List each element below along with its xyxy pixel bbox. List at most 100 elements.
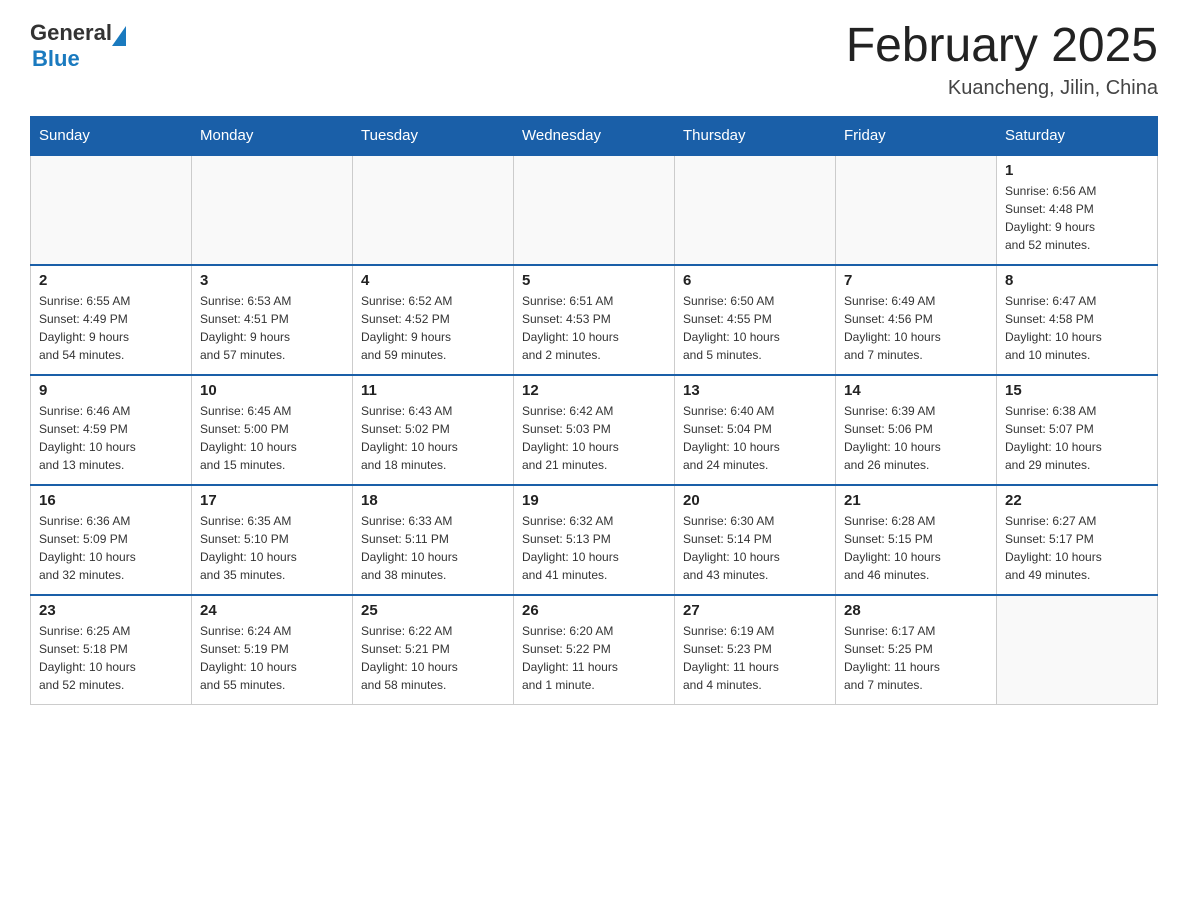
title-block: February 2025 Kuancheng, Jilin, China [846,20,1158,100]
day-info: Sunrise: 6:52 AM Sunset: 4:52 PM Dayligh… [361,292,505,364]
day-number: 21 [844,492,988,509]
calendar-cell: 23 Sunrise: 6:25 AM Sunset: 5:18 PM Dayli… [31,595,192,705]
day-number: 24 [200,602,344,619]
day-number: 10 [200,382,344,399]
day-number: 17 [200,492,344,509]
day-number: 11 [361,382,505,399]
column-header-saturday: Saturday [997,116,1158,155]
day-info: Sunrise: 6:45 AM Sunset: 5:00 PM Dayligh… [200,402,344,474]
calendar-title: February 2025 [846,20,1158,73]
day-info: Sunrise: 6:49 AM Sunset: 4:56 PM Dayligh… [844,292,988,364]
week-row-3: 9 Sunrise: 6:46 AM Sunset: 4:59 PM Daylig… [31,375,1158,485]
day-info: Sunrise: 6:25 AM Sunset: 5:18 PM Dayligh… [39,622,183,694]
day-info: Sunrise: 6:22 AM Sunset: 5:21 PM Dayligh… [361,622,505,694]
calendar-cell [192,155,353,265]
day-number: 16 [39,492,183,509]
day-number: 23 [39,602,183,619]
calendar-cell: 8 Sunrise: 6:47 AM Sunset: 4:58 PM Daylig… [997,265,1158,375]
week-row-2: 2 Sunrise: 6:55 AM Sunset: 4:49 PM Daylig… [31,265,1158,375]
calendar-cell [675,155,836,265]
day-number: 26 [522,602,666,619]
column-header-monday: Monday [192,116,353,155]
calendar-cell: 21 Sunrise: 6:28 AM Sunset: 5:15 PM Dayli… [836,485,997,595]
day-number: 6 [683,272,827,289]
day-info: Sunrise: 6:46 AM Sunset: 4:59 PM Dayligh… [39,402,183,474]
calendar-cell: 13Sunrise: 6:40 AM Sunset: 5:04 PM Dayli… [675,375,836,485]
day-info: Sunrise: 6:40 AM Sunset: 5:04 PM Dayligh… [683,402,827,474]
logo: General Blue [30,20,126,72]
day-number: 22 [1005,492,1149,509]
day-info: Sunrise: 6:20 AM Sunset: 5:22 PM Dayligh… [522,622,666,694]
day-number: 3 [200,272,344,289]
day-number: 18 [361,492,505,509]
day-number: 8 [1005,272,1149,289]
calendar-cell: 3 Sunrise: 6:53 AM Sunset: 4:51 PM Daylig… [192,265,353,375]
calendar-cell: 1Sunrise: 6:56 AM Sunset: 4:48 PM Daylig… [997,155,1158,265]
day-number: 4 [361,272,505,289]
day-number: 7 [844,272,988,289]
day-number: 9 [39,382,183,399]
day-number: 15 [1005,382,1149,399]
calendar-cell: 28Sunrise: 6:17 AM Sunset: 5:25 PM Dayli… [836,595,997,705]
calendar-cell [836,155,997,265]
logo-text-general: General [30,20,112,46]
week-row-5: 23 Sunrise: 6:25 AM Sunset: 5:18 PM Dayli… [31,595,1158,705]
calendar-header-row: SundayMondayTuesdayWednesdayThursdayFrid… [31,116,1158,155]
day-info: Sunrise: 6:33 AM Sunset: 5:11 PM Dayligh… [361,512,505,584]
day-info: Sunrise: 6:19 AM Sunset: 5:23 PM Dayligh… [683,622,827,694]
page-header: General Blue February 2025 Kuancheng, Ji… [30,20,1158,100]
calendar-cell: 15Sunrise: 6:38 AM Sunset: 5:07 PM Dayli… [997,375,1158,485]
calendar-table: SundayMondayTuesdayWednesdayThursdayFrid… [30,116,1158,706]
calendar-cell: 18 Sunrise: 6:33 AM Sunset: 5:11 PM Dayli… [353,485,514,595]
calendar-cell [31,155,192,265]
calendar-cell: 7 Sunrise: 6:49 AM Sunset: 4:56 PM Daylig… [836,265,997,375]
logo-arrow-icon [112,26,126,46]
day-info: Sunrise: 6:32 AM Sunset: 5:13 PM Dayligh… [522,512,666,584]
day-info: Sunrise: 6:35 AM Sunset: 5:10 PM Dayligh… [200,512,344,584]
column-header-sunday: Sunday [31,116,192,155]
day-info: Sunrise: 6:47 AM Sunset: 4:58 PM Dayligh… [1005,292,1149,364]
calendar-cell: 22 Sunrise: 6:27 AM Sunset: 5:17 PM Dayli… [997,485,1158,595]
calendar-cell: 27 Sunrise: 6:19 AM Sunset: 5:23 PM Dayli… [675,595,836,705]
day-info: Sunrise: 6:30 AM Sunset: 5:14 PM Dayligh… [683,512,827,584]
day-number: 2 [39,272,183,289]
calendar-cell: 26 Sunrise: 6:20 AM Sunset: 5:22 PM Dayli… [514,595,675,705]
day-info: Sunrise: 6:42 AM Sunset: 5:03 PM Dayligh… [522,402,666,474]
day-info: Sunrise: 6:53 AM Sunset: 4:51 PM Dayligh… [200,292,344,364]
calendar-cell: 17 Sunrise: 6:35 AM Sunset: 5:10 PM Dayli… [192,485,353,595]
calendar-cell: 11 Sunrise: 6:43 AM Sunset: 5:02 PM Dayli… [353,375,514,485]
day-number: 5 [522,272,666,289]
calendar-cell: 25 Sunrise: 6:22 AM Sunset: 5:21 PM Dayli… [353,595,514,705]
calendar-cell: 2 Sunrise: 6:55 AM Sunset: 4:49 PM Daylig… [31,265,192,375]
column-header-tuesday: Tuesday [353,116,514,155]
calendar-cell: 14 Sunrise: 6:39 AM Sunset: 5:06 PM Dayli… [836,375,997,485]
day-number: 25 [361,602,505,619]
calendar-cell: 20Sunrise: 6:30 AM Sunset: 5:14 PM Dayli… [675,485,836,595]
calendar-cell [353,155,514,265]
calendar-cell: 4 Sunrise: 6:52 AM Sunset: 4:52 PM Daylig… [353,265,514,375]
calendar-cell: 9 Sunrise: 6:46 AM Sunset: 4:59 PM Daylig… [31,375,192,485]
day-info: Sunrise: 6:36 AM Sunset: 5:09 PM Dayligh… [39,512,183,584]
day-info: Sunrise: 6:56 AM Sunset: 4:48 PM Dayligh… [1005,182,1149,254]
day-number: 19 [522,492,666,509]
calendar-subtitle: Kuancheng, Jilin, China [846,77,1158,100]
calendar-cell [514,155,675,265]
calendar-cell: 5Sunrise: 6:51 AM Sunset: 4:53 PM Daylig… [514,265,675,375]
column-header-friday: Friday [836,116,997,155]
calendar-cell: 24 Sunrise: 6:24 AM Sunset: 5:19 PM Dayli… [192,595,353,705]
day-info: Sunrise: 6:24 AM Sunset: 5:19 PM Dayligh… [200,622,344,694]
column-header-wednesday: Wednesday [514,116,675,155]
day-number: 14 [844,382,988,399]
week-row-1: 1Sunrise: 6:56 AM Sunset: 4:48 PM Daylig… [31,155,1158,265]
calendar-cell: 10 Sunrise: 6:45 AM Sunset: 5:00 PM Dayli… [192,375,353,485]
calendar-cell: 6Sunrise: 6:50 AM Sunset: 4:55 PM Daylig… [675,265,836,375]
day-info: Sunrise: 6:39 AM Sunset: 5:06 PM Dayligh… [844,402,988,474]
column-header-thursday: Thursday [675,116,836,155]
day-number: 27 [683,602,827,619]
day-info: Sunrise: 6:55 AM Sunset: 4:49 PM Dayligh… [39,292,183,364]
day-info: Sunrise: 6:43 AM Sunset: 5:02 PM Dayligh… [361,402,505,474]
day-number: 12 [522,382,666,399]
day-info: Sunrise: 6:27 AM Sunset: 5:17 PM Dayligh… [1005,512,1149,584]
calendar-cell: 19 Sunrise: 6:32 AM Sunset: 5:13 PM Dayli… [514,485,675,595]
day-info: Sunrise: 6:28 AM Sunset: 5:15 PM Dayligh… [844,512,988,584]
